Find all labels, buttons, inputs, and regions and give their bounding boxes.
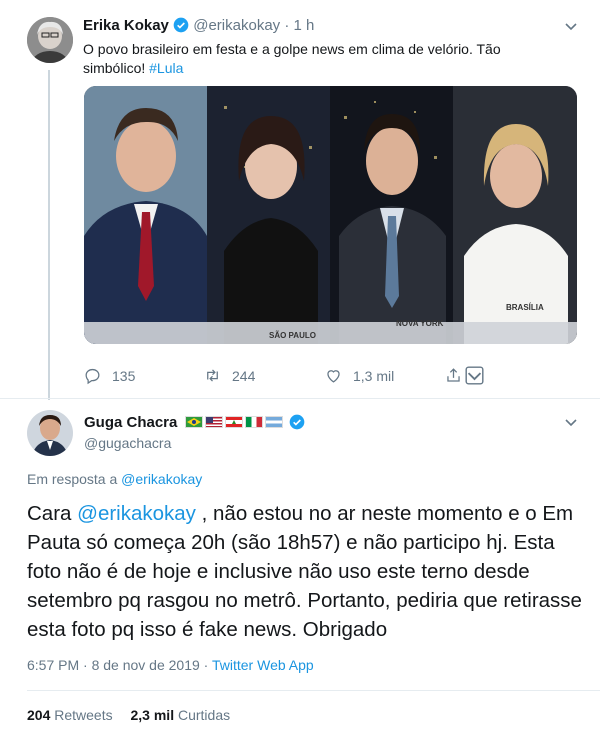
chevron-down-icon[interactable] (563, 18, 579, 34)
verified-icon (289, 414, 305, 430)
like-icon (327, 370, 340, 383)
retweet-button[interactable]: 244 (203, 366, 255, 385)
tweet-text-main: O povo brasileiro em festa e a golpe new… (83, 41, 501, 76)
brazil-flag-icon (184, 416, 203, 428)
like-button[interactable]: 1,3 mil (324, 366, 394, 385)
hashtag-link[interactable]: #Lula (149, 60, 183, 76)
reply-prefix: Em resposta a (27, 471, 118, 487)
tweet-stats: 204 Retweets 2,3 mil Curtidas (27, 707, 230, 723)
retweet-icon (207, 369, 218, 382)
avatar-guga[interactable] (27, 410, 73, 456)
photo-label-brasilia: BRASÍLIA (506, 303, 544, 312)
retweets-label: Retweets (54, 707, 113, 723)
likes-count: 2,3 mil (130, 707, 175, 723)
usa-flag-icon (204, 416, 223, 428)
divider (0, 398, 600, 399)
author-name[interactable]: Erika Kokay (83, 17, 169, 34)
tweet-photo[interactable]: SÃO PAULO NOVA YORK BRASÍLIA (84, 86, 577, 344)
likes-stat[interactable]: 2,3 mil Curtidas (131, 707, 231, 723)
thread-line (48, 70, 50, 400)
tweet-text: O povo brasileiro em festa e a golpe new… (83, 40, 523, 78)
tweet-header: Erika Kokay @erikakokay · 1 h (83, 17, 314, 34)
verified-icon (173, 17, 189, 33)
reply-count: 135 (112, 367, 136, 384)
like-count: 1,3 mil (353, 367, 395, 384)
mention-link[interactable]: @erikakokay (77, 502, 196, 525)
tweet-time[interactable]: 1 h (294, 17, 315, 34)
reply-icon (85, 368, 100, 385)
retweets-stat[interactable]: 204 Retweets (27, 707, 117, 723)
retweet-count: 244 (232, 367, 256, 384)
tweet-timestamp[interactable]: 6:57 PM · 8 de nov de 2019 · (27, 657, 208, 673)
argentina-flag-icon (264, 416, 283, 428)
author-handle[interactable]: @erikakokay (193, 17, 280, 34)
reply-to-link[interactable]: @erikakokay (121, 471, 202, 487)
flags (184, 414, 289, 431)
lebanon-flag-icon (224, 416, 243, 428)
tweet-text-pre: Cara (27, 502, 72, 525)
italy-flag-icon (244, 416, 263, 428)
share-chevron-icon (465, 366, 484, 385)
author-handle[interactable]: @gugachacra (84, 435, 171, 451)
photo-label-sao-paulo: SÃO PAULO (269, 331, 316, 340)
author-name[interactable]: Guga Chacra (84, 414, 177, 431)
share-button[interactable] (444, 366, 484, 385)
reply-context: Em resposta a @erikakokay (27, 471, 202, 487)
tweet-meta: 6:57 PM · 8 de nov de 2019 · Twitter Web… (27, 657, 314, 673)
retweets-count: 204 (27, 707, 51, 723)
tweet-header: Guga Chacra (84, 414, 305, 431)
avatar-erika[interactable] (27, 17, 73, 63)
divider (27, 690, 600, 691)
tweet-text: Cara @erikakokay , não estou no ar neste… (27, 499, 587, 644)
likes-label: Curtidas (177, 707, 231, 723)
tweet-source-link[interactable]: Twitter Web App (212, 657, 314, 673)
reply-button[interactable]: 135 (83, 366, 135, 385)
photo-label-nova-york: NOVA YORK (396, 319, 444, 328)
separator: · (284, 17, 290, 34)
share-icon (447, 368, 460, 382)
chevron-down-icon[interactable] (563, 414, 579, 430)
